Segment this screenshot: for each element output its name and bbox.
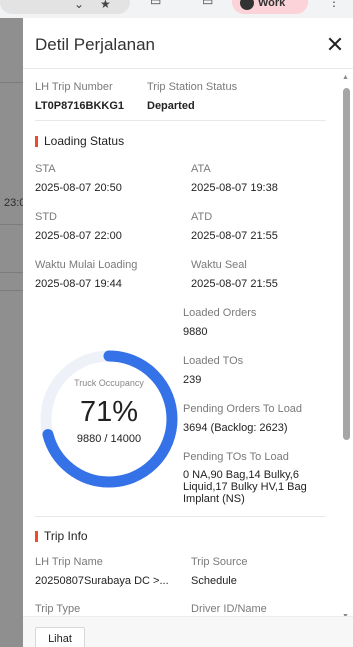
lh-trip-name-label: LH Trip Name xyxy=(35,556,103,568)
window-icon[interactable]: ▭ xyxy=(202,0,213,7)
trip-info-heading: Trip Info xyxy=(35,529,88,543)
lh-trip-number-field: LH Trip Number LT0P8716BKKG1 xyxy=(35,80,124,113)
scroll-up-arrow-icon[interactable]: ▲ xyxy=(342,74,349,81)
sta-value: 2025-08-07 20:50 xyxy=(35,182,122,194)
pending-tos-line: Implant (NS) xyxy=(183,493,245,505)
ata-label: ATA xyxy=(191,163,211,175)
seal-time-value: 2025-08-07 21:55 xyxy=(191,278,278,290)
lh-trip-number-value: LT0P8716BKKG1 xyxy=(35,100,125,112)
trip-source-field: Trip Source Schedule xyxy=(191,555,247,588)
divider xyxy=(0,290,24,291)
trip-station-status-label: Trip Station Status xyxy=(147,81,238,93)
divider xyxy=(0,272,24,273)
loaded-tos-field: Loaded TOs 239 xyxy=(183,354,243,387)
std-field: STD 2025-08-07 22:00 xyxy=(35,210,122,243)
seal-time-field: Waktu Seal 2025-08-07 21:55 xyxy=(191,258,278,291)
lh-trip-name-field: LH Trip Name 20250807Surabaya DC >... xyxy=(35,555,169,588)
trip-info-title: Trip Info xyxy=(44,529,88,543)
occupancy-percent: 71% xyxy=(79,396,139,428)
trip-type-field: Trip Type xyxy=(35,602,80,616)
ata-field: ATA 2025-08-07 19:38 xyxy=(191,162,278,195)
loaded-orders-value: 9880 xyxy=(183,326,208,338)
divider xyxy=(0,82,24,83)
occupancy-label: Truck Occupancy xyxy=(74,378,144,388)
loaded-orders-label: Loaded Orders xyxy=(183,307,257,319)
pending-orders-label: Pending Orders To Load xyxy=(183,403,303,415)
scrollbar-thumb[interactable] xyxy=(343,88,350,440)
divider xyxy=(35,120,326,121)
trip-station-status-field: Trip Station Status Departed xyxy=(147,80,237,113)
chevron-down-icon[interactable]: ⌄ xyxy=(74,0,84,10)
browser-toolbar: ⌄ ★ ▭ ▭ Work ⋮ xyxy=(0,0,353,18)
trip-detail-drawer: Detil Perjalanan LH Trip Number LT0P8716… xyxy=(23,18,353,647)
loading-start-field: Waktu Mulai Loading 2025-08-07 19:44 xyxy=(35,258,137,291)
truck-occupancy-gauge: Truck Occupancy 71% 9880 / 14000 xyxy=(33,343,185,495)
pending-tos-line: Liquid,17 Bulky HV,1 Bag xyxy=(183,481,307,493)
atd-label: ATD xyxy=(191,211,213,223)
loaded-orders-field: Loaded Orders 9880 xyxy=(183,306,256,339)
scrollbar[interactable]: ▲ ▼ xyxy=(341,70,351,620)
ata-value: 2025-08-07 19:38 xyxy=(191,182,278,194)
loading-start-label: Waktu Mulai Loading xyxy=(35,259,138,271)
driver-label: Driver ID/Name xyxy=(191,603,267,615)
pending-tos-field: Pending TOs To Load 0 NA,90 Bag,14 Bulky… xyxy=(183,450,323,505)
pending-tos-value: 0 NA,90 Bag,14 Bulky,6 Liquid,17 Bulky H… xyxy=(183,469,323,505)
trip-station-status-value: Departed xyxy=(147,100,195,112)
loaded-tos-label: Loaded TOs xyxy=(183,355,244,367)
drawer-header: Detil Perjalanan xyxy=(23,18,353,69)
divider xyxy=(0,224,24,225)
std-value: 2025-08-07 22:00 xyxy=(35,230,122,242)
lh-trip-number-label: LH Trip Number xyxy=(35,81,113,93)
atd-field: ATD 2025-08-07 21:55 xyxy=(191,210,278,243)
section-accent xyxy=(35,530,38,542)
star-icon[interactable]: ★ xyxy=(100,0,111,10)
profile-label: Work xyxy=(258,0,286,9)
loading-start-value: 2025-08-07 19:44 xyxy=(35,278,122,290)
close-icon xyxy=(328,37,342,51)
trip-source-value: Schedule xyxy=(191,575,237,587)
close-button[interactable] xyxy=(327,36,343,52)
drawer-body[interactable]: LH Trip Number LT0P8716BKKG1 Trip Statio… xyxy=(23,70,353,616)
pending-tos-label: Pending TOs To Load xyxy=(183,451,289,463)
atd-value: 2025-08-07 21:55 xyxy=(191,230,278,242)
loading-status-title: Loading Status xyxy=(44,134,125,148)
drawer-title: Detil Perjalanan xyxy=(35,35,156,54)
section-accent xyxy=(35,135,38,147)
divider xyxy=(35,516,326,517)
trip-type-label: Trip Type xyxy=(35,603,81,615)
loading-status-heading: Loading Status xyxy=(35,134,124,148)
sta-field: STA 2025-08-07 20:50 xyxy=(35,162,122,195)
view-button[interactable]: Lihat xyxy=(35,627,85,647)
trip-source-label: Trip Source xyxy=(191,556,248,568)
seal-time-label: Waktu Seal xyxy=(191,259,247,271)
sta-label: STA xyxy=(35,163,56,175)
more-menu-icon[interactable]: ⋮ xyxy=(328,0,340,8)
loaded-tos-value: 239 xyxy=(183,374,202,386)
pending-orders-field: Pending Orders To Load 3694 (Backlog: 26… xyxy=(183,402,302,435)
std-label: STD xyxy=(35,211,57,223)
pending-tos-line: 0 NA,90 Bag,14 Bulky,6 xyxy=(183,469,299,481)
pending-orders-value: 3694 (Backlog: 2623) xyxy=(183,422,288,434)
lh-trip-name-value: 20250807Surabaya DC >... xyxy=(35,575,169,587)
page-backdrop[interactable] xyxy=(0,18,24,647)
occupancy-count: 9880 / 14000 xyxy=(76,433,142,445)
drawer-footer: Lihat xyxy=(23,616,353,647)
driver-field: Driver ID/Name xyxy=(191,602,267,616)
extension-icon[interactable]: ▭ xyxy=(150,0,161,7)
